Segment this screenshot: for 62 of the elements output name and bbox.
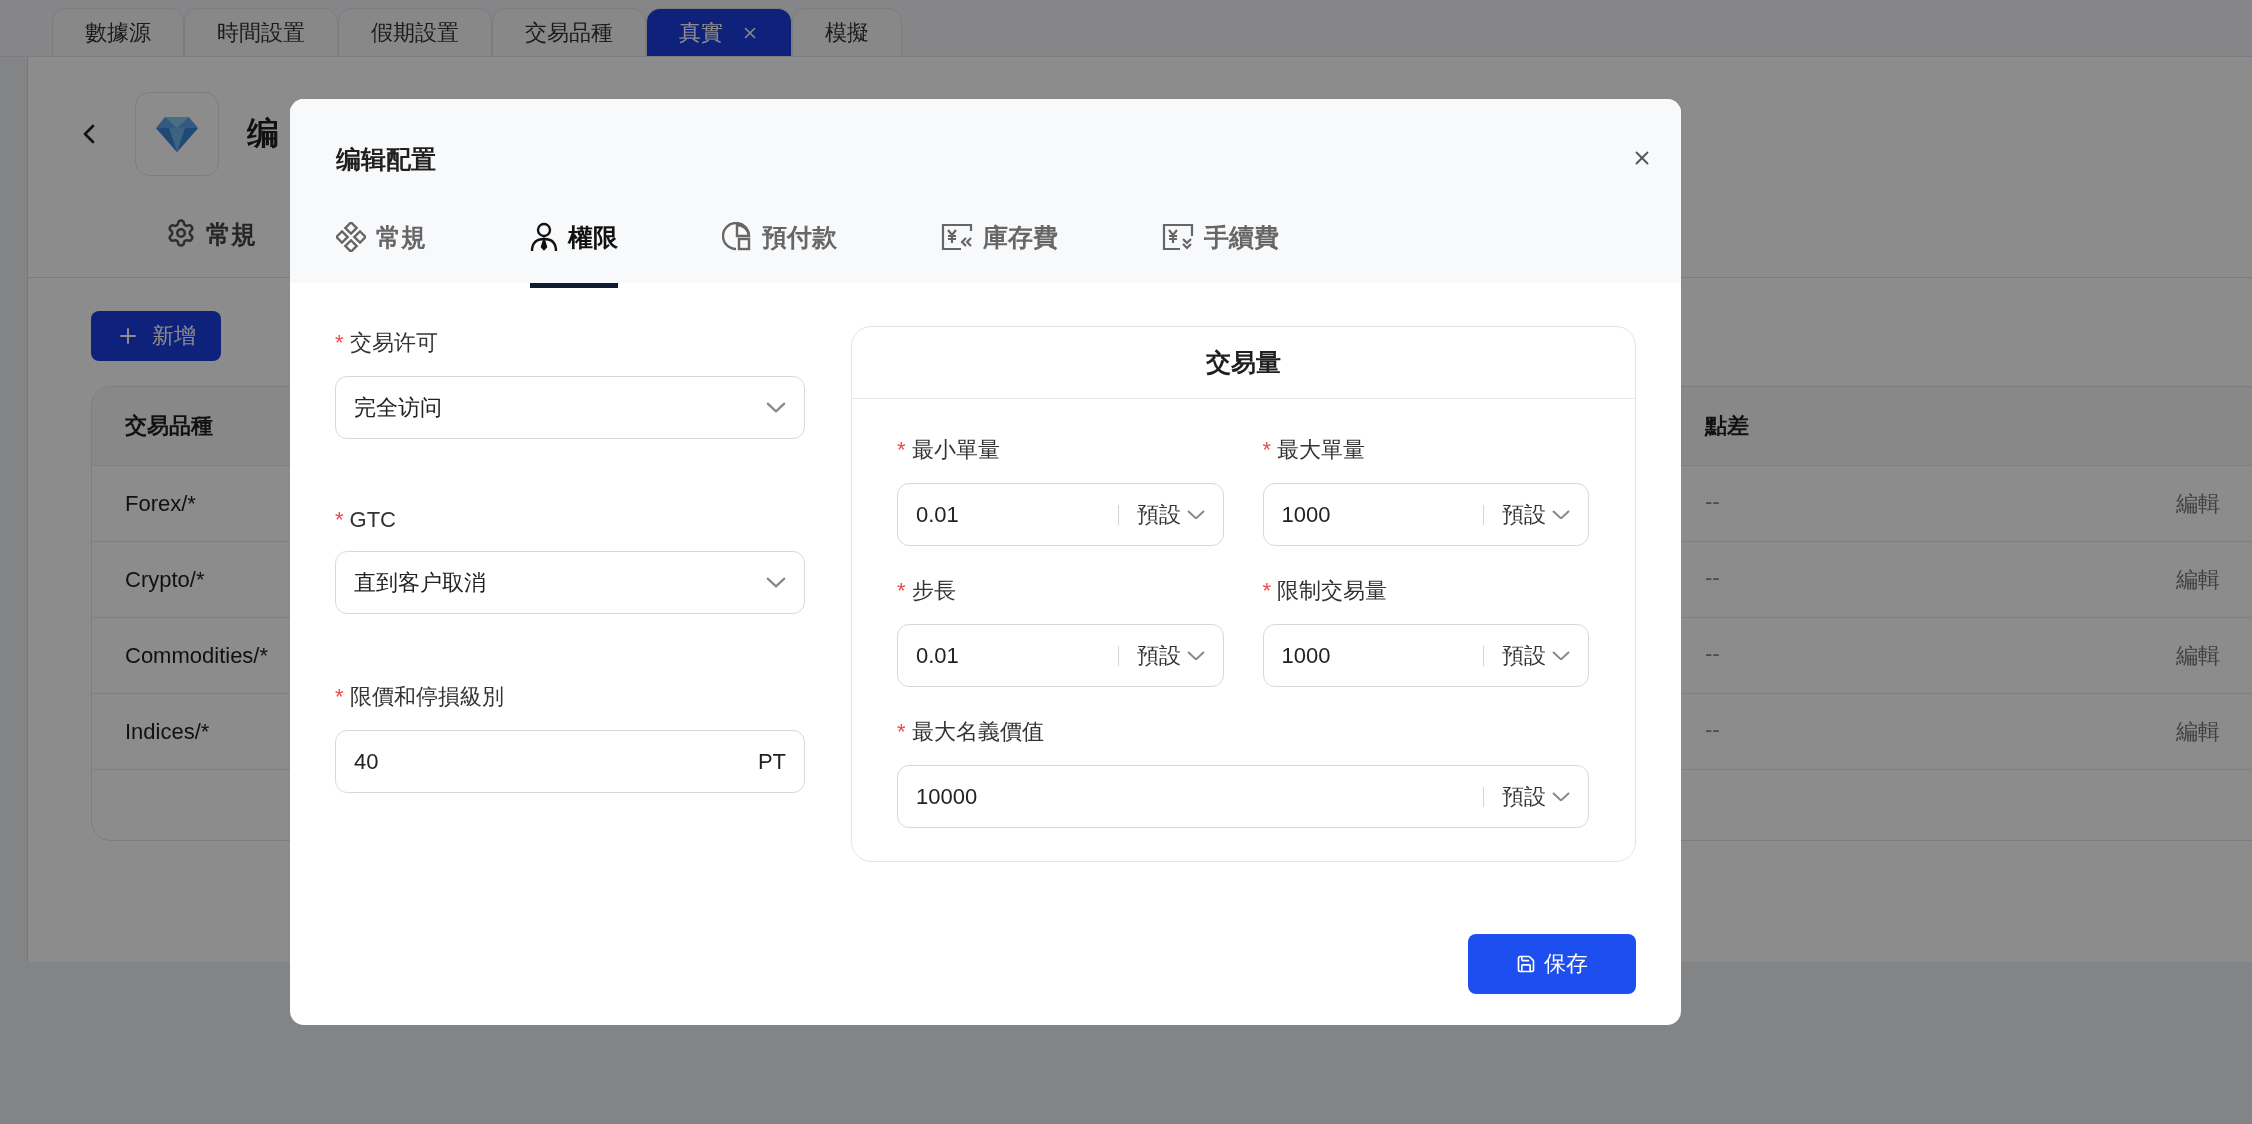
add-button[interactable]: 新增 [91,311,221,361]
field-label: * 最大名義價值 [897,718,1045,746]
section-tab[interactable]: 常規 [166,218,256,277]
chevron-down-icon [1186,650,1205,661]
dialog-tab[interactable]: 常規 [336,214,426,288]
yen-receipt-icon [941,222,973,252]
table-cell-text: -- [1705,564,1720,592]
dialog-tab[interactable]: 預付款 [722,214,837,288]
edit-link[interactable]: 編輯 [2176,640,2220,671]
chevron-down-icon [1186,509,1205,520]
table-cell: Commodities/* [125,642,269,668]
input-field[interactable]: 1000 預設 [1262,624,1589,687]
field-label: * 限制交易量 [1262,577,1389,605]
dialog-tab[interactable]: 庫存費 [941,214,1058,288]
page-title: 编 [247,114,279,153]
field-label: * 最小單量 [897,436,1001,464]
table-cell-text: -- [1705,488,1720,516]
page-tab[interactable]: 時間設置 [184,8,338,56]
page-tab[interactable]: 交易品種 [492,8,646,56]
field-label: * 限價和停損級別 [335,683,505,711]
page-tab[interactable]: 假期設置 [338,8,492,56]
table-cell-text: -- [1705,716,1720,744]
dialog-tab[interactable]: 手續費 [1162,214,1279,288]
field-label: * 步長 [897,577,957,605]
settings-icon [166,218,196,248]
chevron-down-icon [1552,791,1570,802]
dialog-tab[interactable]: 權限 [530,214,618,288]
page-tab[interactable]: 真實 [646,8,792,56]
edit-link[interactable]: 編輯 [2176,488,2220,519]
input-field[interactable]: 0.01 預設 [897,624,1224,687]
column-header: 點差 [1705,412,1749,440]
save-icon [1516,954,1536,974]
column-header: 交易品種 [125,413,213,438]
table-cell: Crypto/* [125,566,205,592]
diamonds-icon [336,222,366,252]
input-field[interactable]: 10000 預設 [897,765,1589,828]
page-tab[interactable]: 數據源 [52,8,184,56]
field-label: * GTC [335,507,397,533]
edit-link[interactable]: 編輯 [2176,716,2220,747]
card-title: 交易量 [852,327,1635,399]
table-cell: Forex/* [125,490,196,516]
yen-receipt-icon [1162,222,1194,252]
save-button[interactable]: 保存 [1468,934,1636,994]
edit-link[interactable]: 編輯 [2176,564,2220,595]
chevron-down-icon [1552,509,1570,520]
table-cell: Indices/* [125,718,210,744]
diamond-icon [155,115,199,153]
field-label: * 最大單量 [1262,436,1367,464]
input-field[interactable]: 40 PT [335,730,805,793]
dialog-title: 编辑配置 [336,144,437,175]
chevron-down-icon [1552,650,1570,661]
field-label: * 交易许可 [335,329,439,357]
pie-chart-icon [722,222,752,252]
chevron-down-icon [766,577,786,588]
select-field[interactable]: 直到客户取消 [335,551,805,614]
chevron-down-icon [766,402,786,413]
table-cell-text: -- [1705,640,1720,668]
page-tab[interactable]: 模擬 [792,8,902,56]
input-field[interactable]: 0.01 預設 [897,483,1224,546]
select-field[interactable]: 完全访问 [335,376,805,439]
input-field[interactable]: 1000 預設 [1262,483,1589,546]
person-icon [530,222,558,252]
